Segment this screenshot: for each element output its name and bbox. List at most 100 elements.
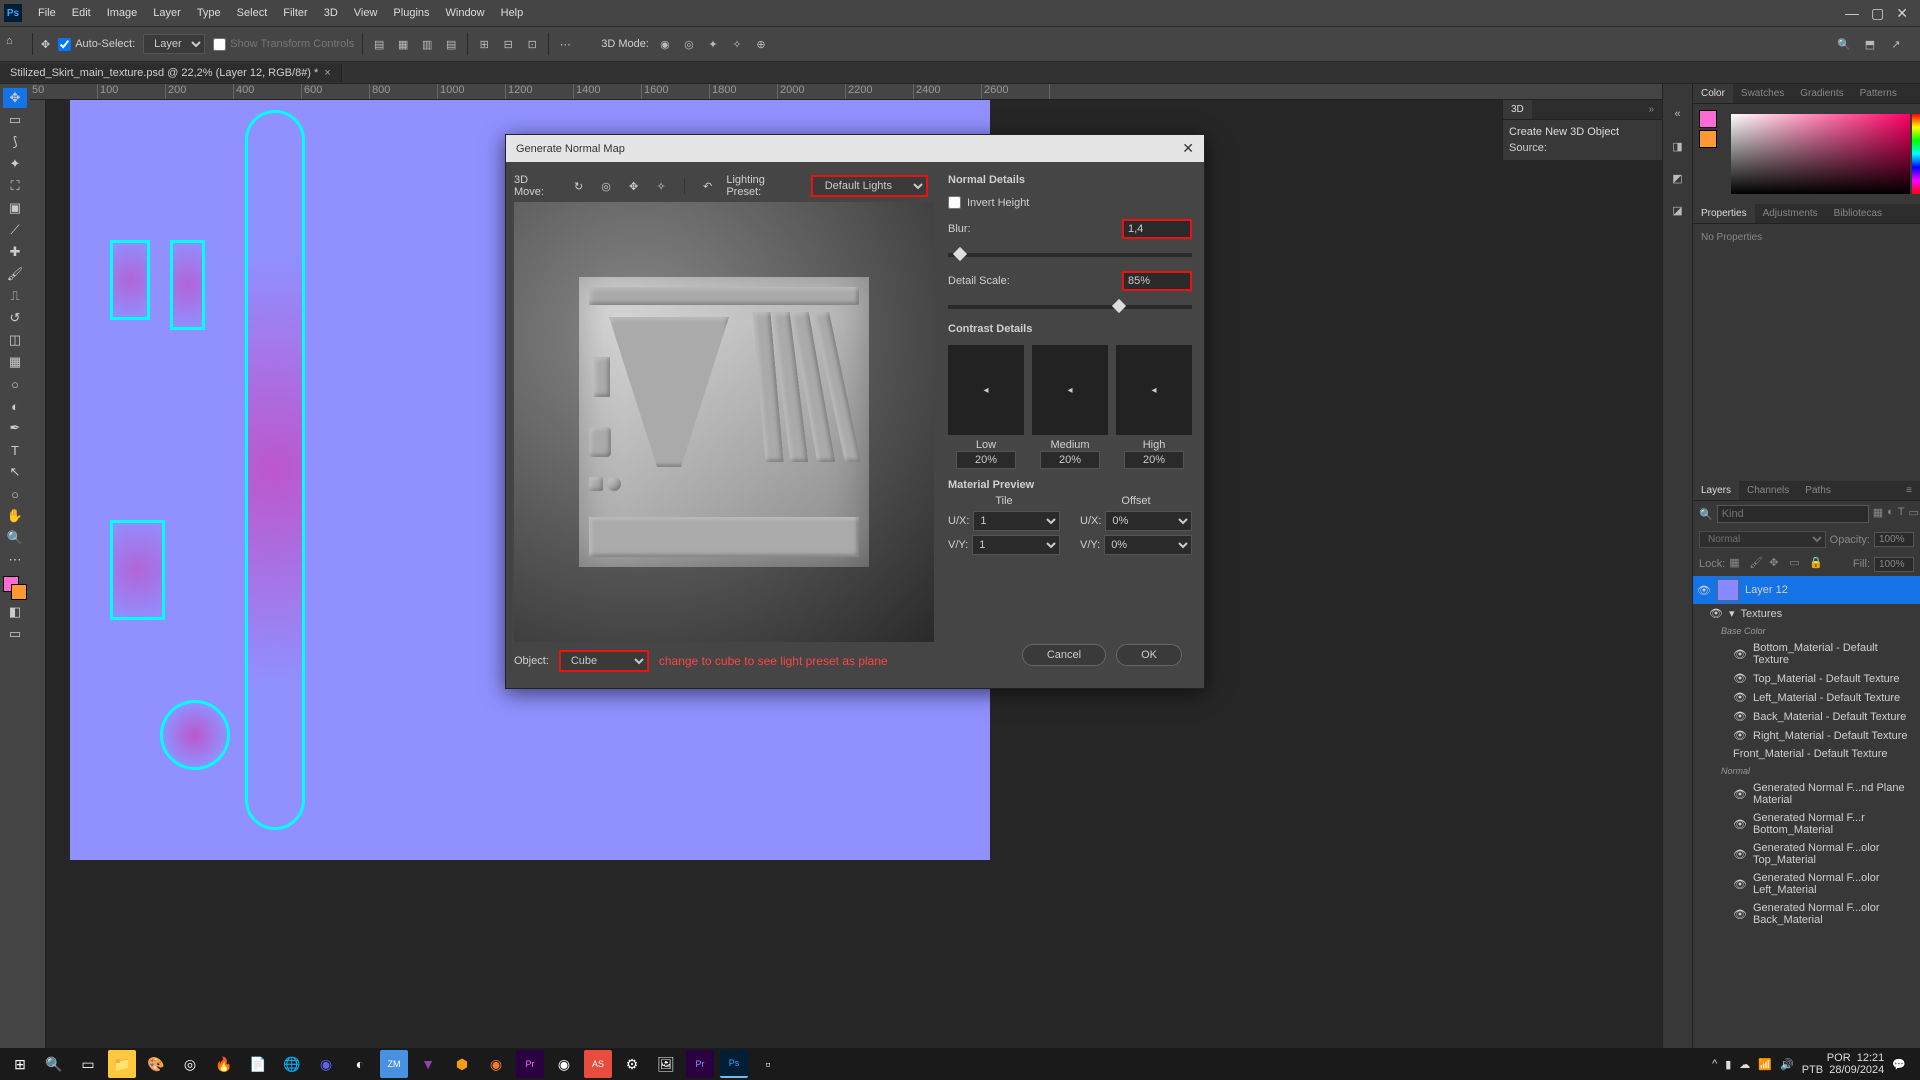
- offset-vy-select[interactable]: 0%: [1104, 535, 1192, 555]
- dialog-close-icon[interactable]: ✕: [1182, 140, 1194, 157]
- tray-expand-icon[interactable]: ^: [1712, 1058, 1717, 1070]
- 3d-pan-icon[interactable]: ✦: [705, 36, 721, 52]
- 3d-rotate-icon[interactable]: ↻: [570, 177, 588, 195]
- minimize-icon[interactable]: —: [1845, 5, 1859, 22]
- blur-input[interactable]: [1122, 219, 1192, 239]
- tab-paths[interactable]: Paths: [1797, 481, 1839, 500]
- quick-mask-icon[interactable]: ◧: [3, 602, 27, 622]
- search-taskbar-icon[interactable]: 🔍: [40, 1050, 68, 1078]
- app-icon[interactable]: ▼: [414, 1050, 442, 1078]
- 3d-zoom-icon[interactable]: ⊕: [753, 36, 769, 52]
- 3d-orbit-icon[interactable]: ◉: [657, 36, 673, 52]
- reset-icon[interactable]: ↶: [699, 177, 717, 195]
- onedrive-icon[interactable]: ☁: [1739, 1058, 1750, 1071]
- visibility-icon[interactable]: 👁: [1733, 710, 1747, 723]
- app-icon[interactable]: 📄: [244, 1050, 272, 1078]
- lock-artboard-icon[interactable]: ▭: [1789, 556, 1805, 572]
- shape-tool[interactable]: ○: [3, 484, 27, 504]
- menu-view[interactable]: View: [346, 7, 386, 19]
- show-transform-controls[interactable]: Show Transform Controls: [213, 38, 354, 51]
- list-item[interactable]: 👁Generated Normal F...nd Plane Material: [1693, 779, 1920, 809]
- 3d-slide-icon[interactable]: ✧: [652, 177, 670, 195]
- paint-icon[interactable]: 🎨: [142, 1050, 170, 1078]
- search-filter-icon[interactable]: 🔍: [1699, 508, 1713, 521]
- list-item[interactable]: 👁Generated Normal F...olor Top_Material: [1693, 839, 1920, 869]
- edit-toolbar-icon[interactable]: ⋯: [3, 550, 27, 570]
- more-icon[interactable]: ⋯: [557, 36, 573, 52]
- panel-menu-icon[interactable]: »: [1640, 100, 1662, 119]
- hue-slider[interactable]: [1912, 114, 1920, 194]
- blender-icon[interactable]: ◉: [482, 1050, 510, 1078]
- lock-position-icon[interactable]: ✥: [1769, 556, 1785, 572]
- visibility-icon[interactable]: 👁: [1733, 729, 1747, 742]
- detail-scale-slider[interactable]: [948, 305, 1192, 309]
- menu-plugins[interactable]: Plugins: [385, 7, 437, 19]
- invert-height-check[interactable]: [948, 196, 961, 209]
- menu-type[interactable]: Type: [189, 7, 229, 19]
- list-item[interactable]: 👁Right_Material - Default Texture: [1693, 726, 1920, 745]
- volume-icon[interactable]: 🔊: [1780, 1058, 1794, 1071]
- photoshop-taskbar-icon[interactable]: Ps: [720, 1050, 748, 1078]
- maximize-icon[interactable]: ▢: [1871, 5, 1884, 22]
- app-icon[interactable]: ⬢: [448, 1050, 476, 1078]
- filter-shape-icon[interactable]: ▭: [1909, 506, 1919, 522]
- move-tool[interactable]: ✥: [3, 88, 27, 108]
- close-icon[interactable]: ✕: [1896, 5, 1908, 22]
- eyedropper-tool[interactable]: ⟋: [3, 220, 27, 240]
- menu-3d[interactable]: 3D: [316, 7, 346, 19]
- auto-select-check[interactable]: [58, 38, 71, 51]
- app-icon[interactable]: 🔥: [210, 1050, 238, 1078]
- ok-button[interactable]: OK: [1116, 644, 1182, 666]
- detail-scale-input[interactable]: [1122, 271, 1192, 291]
- auto-select-checkbox[interactable]: Auto-Select:: [58, 38, 135, 51]
- list-item[interactable]: 👁Bottom_Material - Default Texture: [1693, 639, 1920, 669]
- brush-tool[interactable]: 🖌: [3, 264, 27, 284]
- tab-patterns[interactable]: Patterns: [1852, 84, 1905, 103]
- filter-adjust-icon[interactable]: ◐: [1887, 506, 1894, 522]
- premiere-icon[interactable]: Pr: [516, 1050, 544, 1078]
- premiere2-icon[interactable]: Pr: [686, 1050, 714, 1078]
- align-top-icon[interactable]: ▤: [443, 36, 459, 52]
- dodge-tool[interactable]: ◐: [3, 396, 27, 416]
- document-tab-title[interactable]: Stilized_Skirt_main_texture.psd @ 22,2% …: [10, 67, 318, 79]
- offset-ux-select[interactable]: 0%: [1105, 511, 1192, 531]
- marquee-tool[interactable]: ▭: [3, 110, 27, 130]
- dock-icon-1[interactable]: ◨: [1668, 136, 1688, 156]
- app-icon[interactable]: ⚙: [618, 1050, 646, 1078]
- list-item[interactable]: 👁Left_Material - Default Texture: [1693, 688, 1920, 707]
- start-icon[interactable]: ⊞: [6, 1050, 34, 1078]
- object-select[interactable]: Cube: [559, 650, 649, 672]
- contrast-medium-input[interactable]: [1040, 451, 1100, 469]
- screen-mode-icon[interactable]: ▭: [3, 624, 27, 644]
- path-tool[interactable]: ↖: [3, 462, 27, 482]
- distribute-icon[interactable]: ⊡: [524, 36, 540, 52]
- tab-adjustments[interactable]: Adjustments: [1755, 204, 1826, 223]
- list-item[interactable]: 👁Generated Normal F...r Bottom_Material: [1693, 809, 1920, 839]
- blend-mode-select[interactable]: Normal: [1699, 531, 1826, 548]
- show-tc-check[interactable]: [213, 38, 226, 51]
- layer-select[interactable]: Layer: [143, 34, 205, 54]
- frame-tool[interactable]: ▣: [3, 198, 27, 218]
- 3d-drag-icon[interactable]: ✥: [625, 177, 643, 195]
- wifi-icon[interactable]: 📶: [1758, 1058, 1772, 1071]
- discord-icon[interactable]: ◉: [312, 1050, 340, 1078]
- gradient-tool[interactable]: ▦: [3, 352, 27, 372]
- crop-tool[interactable]: ⛶: [3, 176, 27, 196]
- background-color-swatch[interactable]: [1699, 130, 1717, 148]
- layer-row-active[interactable]: 👁 Layer 12: [1693, 576, 1920, 604]
- contrast-low-input[interactable]: [956, 451, 1016, 469]
- contrast-medium-preview[interactable]: ◂: [1032, 345, 1108, 435]
- 3d-roll-icon[interactable]: ◎: [681, 36, 697, 52]
- menu-image[interactable]: Image: [99, 7, 146, 19]
- eraser-tool[interactable]: ◫: [3, 330, 27, 350]
- wand-tool[interactable]: ✦: [3, 154, 27, 174]
- list-item[interactable]: 👁Generated Normal F...olor Left_Material: [1693, 869, 1920, 899]
- task-view-icon[interactable]: ▭: [74, 1050, 102, 1078]
- tile-vy-select[interactable]: 1: [972, 535, 1060, 555]
- menu-filter[interactable]: Filter: [275, 7, 315, 19]
- as-icon[interactable]: AS: [584, 1050, 612, 1078]
- invert-height-checkbox[interactable]: Invert Height: [948, 196, 1192, 209]
- lock-transparent-icon[interactable]: ▦: [1729, 556, 1745, 572]
- visibility-icon[interactable]: 👁: [1709, 607, 1723, 620]
- history-brush-tool[interactable]: ↺: [3, 308, 27, 328]
